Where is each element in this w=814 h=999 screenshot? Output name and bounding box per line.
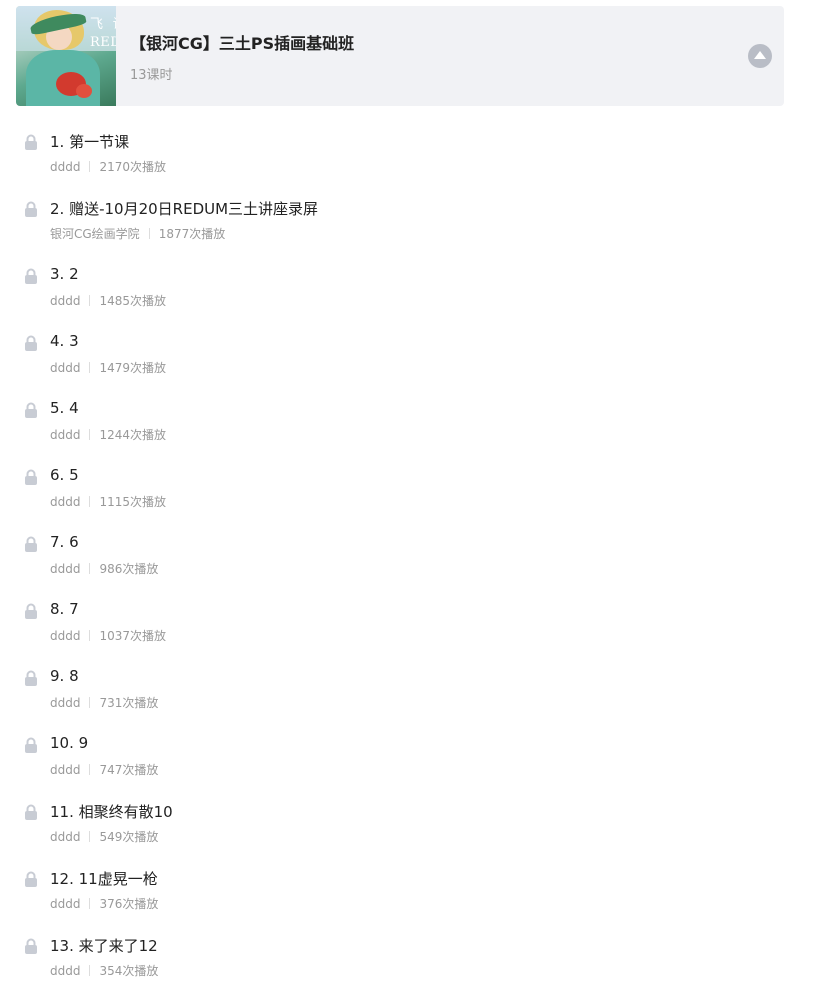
lesson-meta: dddd 354次播放 <box>50 962 158 979</box>
course-cover-image[interactable]: 飞 读 RED <box>16 6 116 106</box>
lesson-play-count: 1115次播放 <box>99 495 167 509</box>
lesson-count: 13课时 <box>130 68 173 83</box>
lesson-author: 银河CG绘画学院 <box>50 227 140 241</box>
lesson-meta: 银河CG绘画学院 1877次播放 <box>50 225 225 242</box>
lesson-meta: dddd 1244次播放 <box>50 426 166 443</box>
lesson-meta: dddd 1485次播放 <box>50 292 166 309</box>
lock-icon <box>25 201 37 217</box>
lesson-play-count: 731次播放 <box>99 696 159 710</box>
lesson-item[interactable]: 7. 6 dddd 986次播放 <box>0 530 814 597</box>
lesson-play-count: 376次播放 <box>99 897 159 911</box>
lesson-item[interactable]: 5. 4 dddd 1244次播放 <box>0 396 814 463</box>
lesson-play-count: 354次播放 <box>99 964 159 978</box>
lesson-play-count: 1479次播放 <box>99 361 167 375</box>
lesson-author: dddd <box>50 963 81 978</box>
lesson-author: dddd <box>50 695 81 710</box>
lesson-title[interactable]: 4. 3 <box>50 332 79 350</box>
lesson-item[interactable]: 1. 第一节课 dddd 2170次播放 <box>0 128 814 195</box>
lesson-title[interactable]: 10. 9 <box>50 734 88 752</box>
course-header: 飞 读 RED 【银河CG】三土PS插画基础班 13课时 <box>16 6 784 106</box>
course-title[interactable]: 【银河CG】三土PS插画基础班 <box>130 30 354 54</box>
lesson-meta: dddd 986次播放 <box>50 560 158 577</box>
meta-divider <box>148 228 150 239</box>
meta-divider <box>89 764 91 775</box>
lesson-meta: dddd 731次播放 <box>50 694 158 711</box>
lesson-author: dddd <box>50 628 81 643</box>
lesson-meta: dddd 747次播放 <box>50 761 158 778</box>
lesson-list: 1. 第一节课 dddd 2170次播放 2. 赠送-10月20日REDUM三土讲… <box>0 128 814 999</box>
meta-divider <box>89 563 91 574</box>
meta-divider <box>89 362 91 373</box>
lock-icon <box>25 871 37 887</box>
meta-divider <box>89 898 91 909</box>
lock-icon <box>25 737 37 753</box>
lesson-meta: dddd 1479次播放 <box>50 359 166 376</box>
lesson-title[interactable]: 2. 赠送-10月20日REDUM三土讲座录屏 <box>50 198 318 219</box>
meta-divider <box>89 295 91 306</box>
lesson-title[interactable]: 1. 第一节课 <box>50 131 129 152</box>
lock-icon <box>25 536 37 552</box>
lock-icon <box>25 402 37 418</box>
lesson-author: dddd <box>50 360 81 375</box>
lesson-play-count: 747次播放 <box>99 763 159 777</box>
meta-divider <box>89 831 91 842</box>
lock-icon <box>25 670 37 686</box>
meta-divider <box>89 496 91 507</box>
lesson-item[interactable]: 11. 相聚终有散10 dddd 549次播放 <box>0 798 814 865</box>
lesson-play-count: 1485次播放 <box>99 294 167 308</box>
cover-text: 飞 读 RED <box>90 17 116 50</box>
lesson-author: dddd <box>50 159 81 174</box>
meta-divider <box>89 161 91 172</box>
lesson-author: dddd <box>50 427 81 442</box>
collapse-toggle-button[interactable] <box>748 44 772 68</box>
lesson-title[interactable]: 9. 8 <box>50 667 79 685</box>
cover-flower-small <box>76 84 92 98</box>
lesson-meta: dddd 2170次播放 <box>50 158 166 175</box>
lesson-item[interactable]: 3. 2 dddd 1485次播放 <box>0 262 814 329</box>
meta-divider <box>89 630 91 641</box>
lock-icon <box>25 804 37 820</box>
lesson-item[interactable]: 8. 7 dddd 1037次播放 <box>0 597 814 664</box>
lesson-title[interactable]: 7. 6 <box>50 533 79 551</box>
lesson-item[interactable]: 4. 3 dddd 1479次播放 <box>0 329 814 396</box>
lesson-item[interactable]: 13. 来了来了12 dddd 354次播放 <box>0 932 814 999</box>
lesson-play-count: 549次播放 <box>99 830 159 844</box>
lesson-title[interactable]: 12. 11虚晃一枪 <box>50 868 158 889</box>
lesson-item[interactable]: 2. 赠送-10月20日REDUM三土讲座录屏 银河CG绘画学院 1877次播放 <box>0 195 814 262</box>
lesson-title[interactable]: 11. 相聚终有散10 <box>50 801 173 822</box>
lesson-author: dddd <box>50 494 81 509</box>
lesson-play-count: 2170次播放 <box>99 160 167 174</box>
lesson-play-count: 986次播放 <box>99 562 159 576</box>
lock-icon <box>25 268 37 284</box>
lesson-play-count: 1877次播放 <box>158 227 226 241</box>
lesson-meta: dddd 1037次播放 <box>50 627 166 644</box>
lesson-item[interactable]: 12. 11虚晃一枪 dddd 376次播放 <box>0 865 814 932</box>
lesson-author: dddd <box>50 762 81 777</box>
lesson-item[interactable]: 6. 5 dddd 1115次播放 <box>0 463 814 530</box>
lesson-title[interactable]: 13. 来了来了12 <box>50 935 158 956</box>
lesson-play-count: 1244次播放 <box>99 428 167 442</box>
lesson-play-count: 1037次播放 <box>99 629 167 643</box>
lesson-title[interactable]: 5. 4 <box>50 399 79 417</box>
lock-icon <box>25 603 37 619</box>
lesson-author: dddd <box>50 829 81 844</box>
meta-divider <box>89 697 91 708</box>
lock-icon <box>25 134 37 150</box>
lesson-author: dddd <box>50 293 81 308</box>
lock-icon <box>25 335 37 351</box>
lesson-meta: dddd 549次播放 <box>50 828 158 845</box>
lesson-title[interactable]: 6. 5 <box>50 466 79 484</box>
lesson-item[interactable]: 10. 9 dddd 747次播放 <box>0 731 814 798</box>
lesson-author: dddd <box>50 561 81 576</box>
lesson-meta: dddd 376次播放 <box>50 895 158 912</box>
meta-divider <box>89 429 91 440</box>
lock-icon <box>25 938 37 954</box>
lesson-title[interactable]: 3. 2 <box>50 265 79 283</box>
lesson-title[interactable]: 8. 7 <box>50 600 79 618</box>
lock-icon <box>25 469 37 485</box>
meta-divider <box>89 965 91 976</box>
lesson-meta: dddd 1115次播放 <box>50 493 166 510</box>
lesson-item[interactable]: 9. 8 dddd 731次播放 <box>0 664 814 731</box>
lesson-author: dddd <box>50 896 81 911</box>
